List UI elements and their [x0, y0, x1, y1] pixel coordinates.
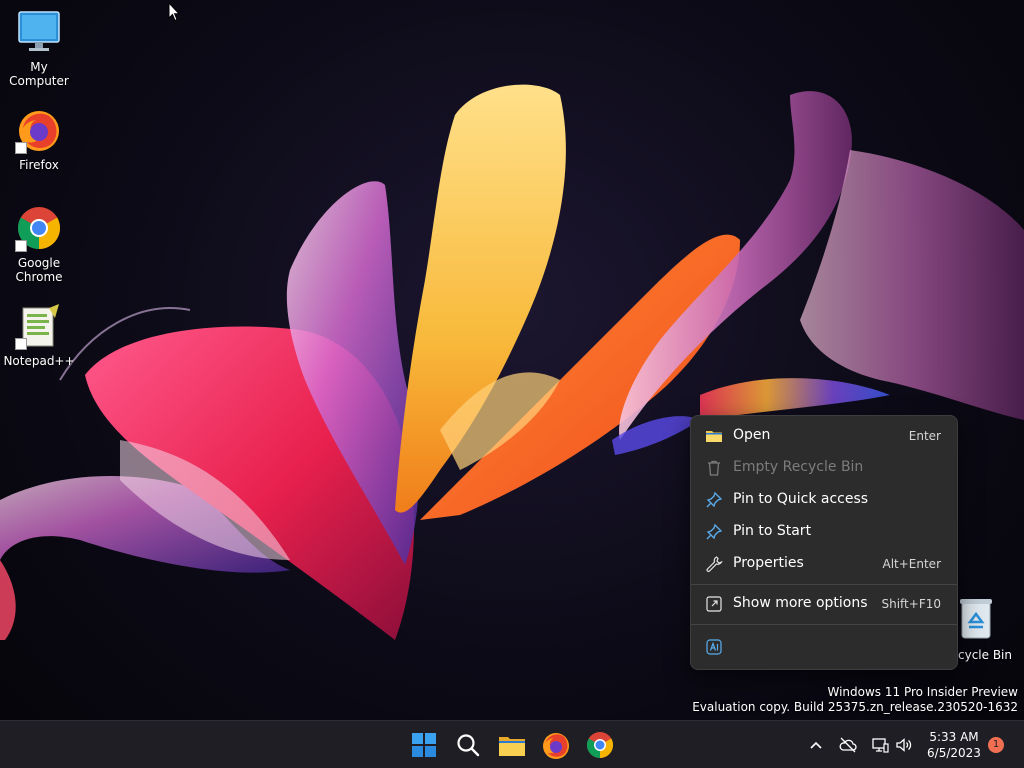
desktop-icon-google-chrome[interactable]: Google Chrome: [0, 204, 78, 284]
desktop-icon-label: Google Chrome: [15, 256, 63, 284]
menu-separator: [691, 624, 957, 625]
more-options-icon: [705, 595, 723, 613]
menu-item-shortcut: Shift+F10: [881, 597, 941, 611]
file-explorer-button[interactable]: [496, 729, 528, 761]
pin-icon: [705, 523, 723, 541]
firefox-taskbar-button[interactable]: [540, 729, 572, 761]
clock-date: 6/5/2023: [927, 746, 981, 760]
menu-item-label: Empty Recycle Bin: [733, 459, 864, 475]
volume-icon: [896, 738, 912, 752]
network-button[interactable]: [870, 735, 890, 755]
cloud-off-icon: [839, 737, 857, 753]
recycle-bin-icon: [956, 596, 996, 640]
menu-item-pin-to-quick-access[interactable]: Pin to Quick access: [695, 485, 953, 515]
notification-badge[interactable]: 1: [988, 737, 1004, 753]
wrench-icon: [705, 555, 723, 573]
chrome-icon: [15, 204, 63, 252]
desktop-icon-label: Notepad++: [3, 354, 75, 368]
notepadpp-icon: [15, 302, 63, 350]
context-menu: Open Enter Empty Recycle Bin Pin to Quic…: [690, 415, 958, 670]
mouse-cursor-icon: [168, 1, 181, 26]
computer-icon: [15, 8, 63, 56]
menu-item-label: Properties: [733, 555, 804, 571]
start-icon: [412, 733, 436, 757]
desktop-icon-firefox[interactable]: Firefox: [0, 106, 78, 172]
menu-item-label: Show more options: [733, 595, 868, 611]
shortcut-arrow-icon: [15, 240, 27, 252]
menu-item-pin-to-start[interactable]: Pin to Start: [695, 517, 953, 547]
evaluation-watermark: Windows 11 Pro Insider Preview Evaluatio…: [692, 685, 1018, 715]
shortcut-arrow-icon: [15, 142, 27, 154]
menu-item-empty-recycle-bin[interactable]: Empty Recycle Bin: [695, 453, 953, 483]
volume-button[interactable]: [894, 735, 914, 755]
search-icon: [457, 734, 480, 757]
shortcut-arrow-icon: [15, 338, 27, 350]
chrome-taskbar-button[interactable]: [584, 729, 616, 761]
taskbar-clock[interactable]: 5:33 AM 6/5/2023: [920, 729, 988, 761]
desktop-icon-label: cycle Bin: [958, 648, 1012, 662]
clock-time: 5:33 AM: [929, 730, 979, 744]
start-button[interactable]: [408, 729, 440, 761]
onedrive-status-button[interactable]: [838, 735, 858, 755]
menu-item-shortcut: Enter: [908, 429, 941, 443]
chevron-up-icon: [810, 741, 822, 749]
menu-item-ai-rewrite[interactable]: [695, 632, 735, 662]
ai-rewrite-icon: [705, 638, 723, 656]
trash-icon: [705, 459, 723, 477]
menu-item-label: Pin to Quick access: [733, 491, 869, 507]
network-icon: [872, 738, 889, 753]
desktop-icon-recycle-bin[interactable]: cycle Bin: [948, 596, 1024, 662]
taskbar: 5:33 AM 6/5/2023 1: [0, 720, 1024, 768]
file-explorer-icon: [499, 737, 525, 756]
desktop-icon-notepadpp[interactable]: Notepad++: [0, 302, 78, 368]
watermark-line: Windows 11 Pro Insider Preview: [827, 685, 1018, 699]
search-button[interactable]: [452, 729, 484, 761]
folder-icon: [705, 427, 723, 445]
menu-item-shortcut: Alt+Enter: [882, 557, 941, 571]
firefox-icon: [15, 106, 63, 154]
firefox-icon: [543, 733, 569, 759]
watermark-line: Evaluation copy. Build 25375.zn_release.…: [692, 700, 1018, 714]
desktop-icon-label: My Computer: [9, 60, 69, 88]
menu-item-properties[interactable]: Properties Alt+Enter: [695, 549, 953, 579]
desktop-icon-label: Firefox: [19, 158, 59, 172]
desktop-icon-my-computer[interactable]: My Computer: [0, 8, 78, 88]
menu-item-show-more-options[interactable]: Show more options Shift+F10: [695, 589, 953, 619]
show-hidden-icons-button[interactable]: [806, 735, 826, 755]
chrome-icon: [586, 732, 614, 759]
menu-item-label: Open: [733, 427, 771, 443]
menu-item-label: Pin to Start: [733, 523, 812, 539]
desktop[interactable]: My Computer Firefox Google Chrome Notepa…: [0, 0, 1024, 768]
pin-icon: [705, 491, 723, 509]
menu-separator: [691, 584, 957, 585]
menu-item-open[interactable]: Open Enter: [695, 421, 953, 451]
